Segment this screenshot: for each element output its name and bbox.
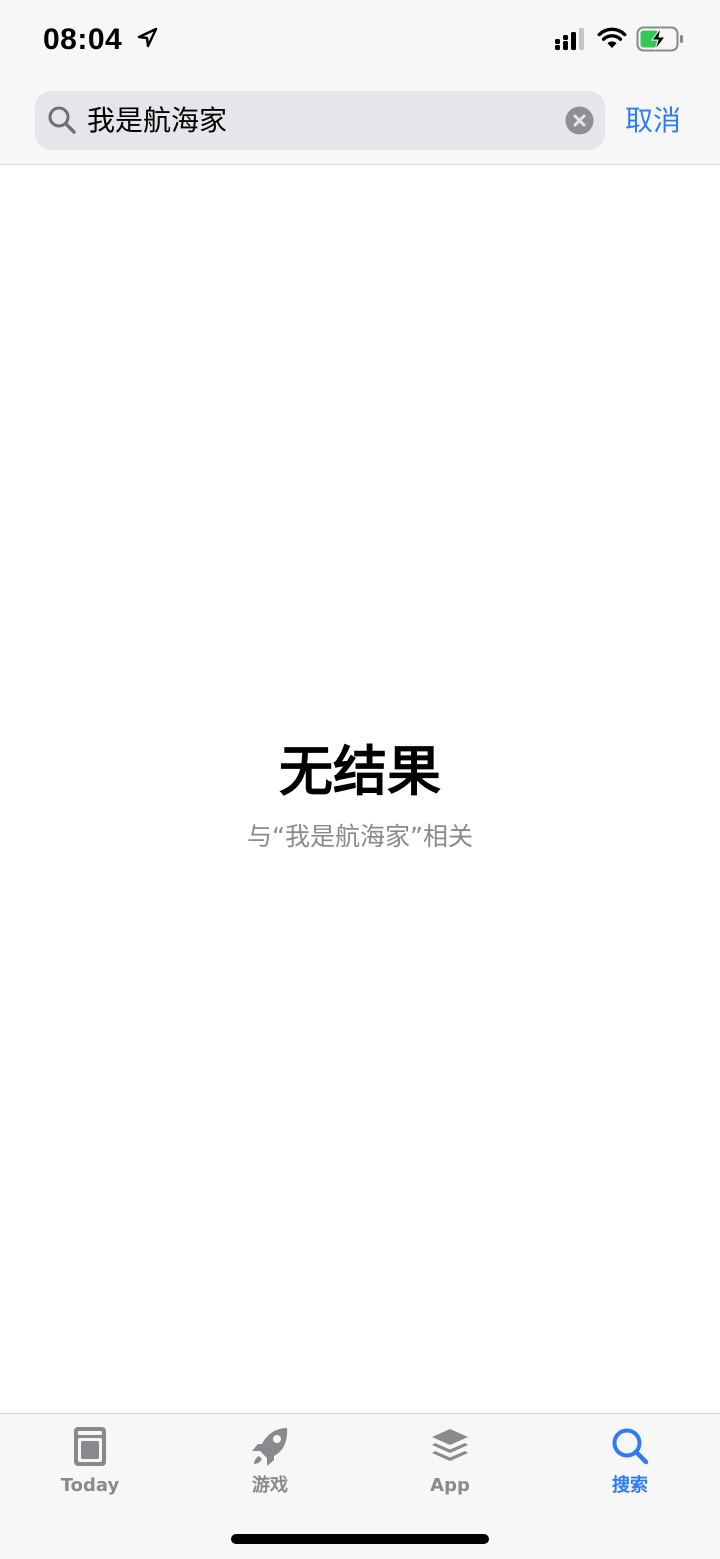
tab-games[interactable]: 游戏 xyxy=(180,1414,360,1514)
tab-apps[interactable]: App xyxy=(360,1414,540,1514)
tab-label: 搜索 xyxy=(612,1475,648,1496)
home-indicator[interactable] xyxy=(231,1534,489,1544)
search-icon xyxy=(48,106,76,134)
tab-search[interactable]: 搜索 xyxy=(540,1414,720,1514)
tab-label: App xyxy=(430,1475,470,1496)
search-input[interactable]: 我是航海家 xyxy=(87,91,227,150)
status-time: 08:04 xyxy=(43,23,123,56)
battery-charging-icon xyxy=(636,26,683,52)
header: 08:04 我是航海家 取消 xyxy=(0,0,720,165)
rocket-icon xyxy=(252,1428,288,1466)
location-arrow-icon xyxy=(137,27,158,48)
no-results-title: 无结果 xyxy=(279,740,441,803)
cellular-signal-icon xyxy=(555,28,584,50)
tab-today[interactable]: Today xyxy=(0,1414,180,1514)
cancel-button[interactable]: 取消 xyxy=(625,91,681,150)
no-results-subtitle: 与“我是航海家”相关 xyxy=(247,822,473,851)
tab-label: Today xyxy=(60,1475,120,1496)
wifi-icon xyxy=(597,27,627,48)
app-stack-icon xyxy=(432,1429,468,1461)
search-field[interactable]: 我是航海家 xyxy=(35,91,605,150)
clear-icon[interactable] xyxy=(565,106,594,135)
tab-label: 游戏 xyxy=(252,1475,288,1496)
today-icon xyxy=(74,1427,106,1466)
search-icon xyxy=(612,1428,649,1465)
